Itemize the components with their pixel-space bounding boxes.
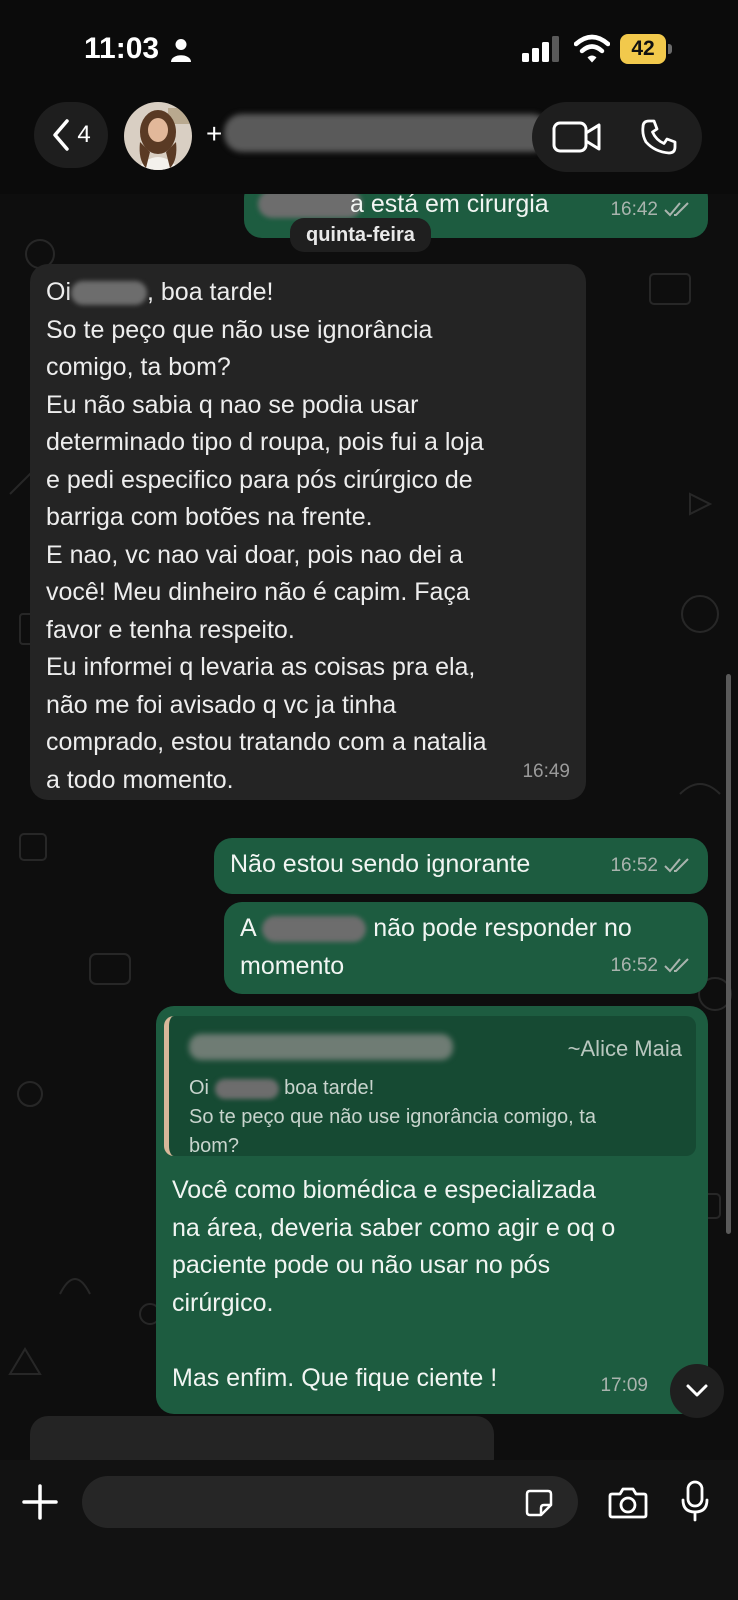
message-start: A [240, 914, 256, 942]
contact-avatar[interactable] [124, 102, 192, 170]
status-bar: 11:03 42 [0, 0, 738, 100]
message-meta: 17:09 [600, 1367, 648, 1405]
chevron-left-icon [53, 119, 70, 151]
message-line: a todo momento. [46, 765, 234, 794]
quote-text: Oi boa tarde! So te peço que não use ign… [189, 1074, 689, 1161]
battery-tip [668, 44, 672, 54]
battery-level: 42 [620, 34, 666, 64]
message-line: determinado tipo d roupa, pois fui a loj… [46, 428, 484, 456]
cellular-signal-icon [522, 36, 559, 62]
greeting-end: , boa tarde! [147, 278, 274, 306]
camera-icon[interactable] [608, 1484, 648, 1520]
contact-name-prefix[interactable]: + [206, 118, 222, 150]
message-end: não pode responder no [373, 914, 632, 942]
message-input[interactable] [82, 1476, 578, 1528]
message-line: paciente pode ou não usar no pós [172, 1251, 551, 1279]
message-body: A não pode responder no momento [240, 910, 632, 985]
message-line: momento [240, 951, 345, 980]
message-time: 17:09 [600, 1374, 648, 1396]
outgoing-reply-message[interactable]: ~Alice Maia Oi boa tarde! So te peço que… [156, 1006, 708, 1414]
message-body: Oi , boa tarde! So te peço que não use ig… [46, 274, 576, 799]
quote-line: Oi boa tarde! [189, 1074, 689, 1103]
quote-line: bom? [189, 1135, 240, 1157]
message-time: 16:42 [610, 198, 658, 220]
chat-header: 4 + [0, 96, 738, 194]
redacted-contact-name [224, 114, 550, 152]
person-icon [171, 39, 191, 62]
video-camera-icon[interactable] [552, 118, 602, 156]
date-separator: quinta-feira [290, 218, 431, 252]
incoming-message[interactable]: Oi , boa tarde! So te peço que não use ig… [30, 264, 586, 800]
redacted-quote-number [189, 1034, 453, 1060]
quote-line: So te peço que não use ignorância comigo… [189, 1106, 596, 1128]
phone-icon[interactable] [640, 118, 678, 156]
back-button[interactable]: 4 [34, 102, 108, 168]
message-line: comprado, estou tratando com a natalia [46, 728, 487, 756]
message-meta: 16:49 [522, 753, 570, 791]
redacted-name [262, 916, 367, 943]
redacted-name [71, 281, 147, 306]
message-line: comigo, ta bom? [46, 353, 231, 381]
message-line: Eu não sabia q nao se podia usar [46, 390, 419, 419]
message-meta: 16:52 [610, 847, 692, 885]
plus-icon[interactable] [22, 1484, 58, 1520]
message-meta: 16:52 [610, 947, 692, 985]
quote-author: ~Alice Maia [567, 1036, 682, 1061]
message-list[interactable]: a está em cirurgia 16:42 quinta-feira Oi… [0, 194, 738, 1460]
status-time: 11:03 [84, 32, 160, 65]
greeting-start: Oi [46, 278, 71, 306]
message-line: So te peço que não use ignorância [46, 315, 433, 344]
message-line: Você como biomédica e especializada [172, 1176, 596, 1204]
message-line: e pedi especifico para pós cirúrgico de [46, 465, 473, 494]
wifi-icon [574, 34, 610, 63]
call-controls [532, 102, 702, 172]
double-check-icon [664, 202, 689, 217]
message-time: 16:49 [522, 760, 570, 782]
sticker-icon[interactable] [524, 1488, 554, 1518]
message-line: E nao, vc nao vai doar, pois nao dei a [46, 540, 463, 569]
quote-end: boa tarde! [284, 1077, 375, 1099]
avatar-image [124, 102, 192, 170]
outgoing-message[interactable]: Não estou sendo ignorante 16:52 [214, 838, 708, 894]
message-time: 16:52 [610, 954, 658, 976]
message-line: cirúrgico. [172, 1288, 274, 1317]
battery-indicator: 42 [620, 34, 672, 64]
composer-bar [0, 1460, 738, 1600]
message-line: não me foi avisado q vc ja tinha [46, 690, 397, 719]
quote-start: Oi [189, 1077, 209, 1099]
outgoing-message[interactable]: A não pode responder no momento 16:52 [224, 902, 708, 994]
message-line: você! Meu dinheiro não é capim. Faça [46, 578, 470, 606]
message-body: Você como biomédica e especializada na á… [172, 1172, 692, 1397]
message-line: favor e tenha respeito. [46, 615, 295, 644]
microphone-icon[interactable] [680, 1480, 710, 1522]
redacted-name [258, 194, 362, 218]
message-line: na área, deveria saber como agir e oq o [172, 1213, 616, 1242]
message-time: 16:52 [610, 854, 658, 876]
scrollbar[interactable] [726, 674, 731, 1234]
message-line: Eu informei q levaria as coisas pra ela, [46, 653, 476, 681]
message-text: Não estou sendo ignorante [230, 850, 531, 878]
double-check-icon [664, 858, 689, 873]
unread-count: 4 [77, 121, 91, 148]
message-line: barriga com botões na frente. [46, 503, 373, 531]
scroll-to-bottom-button[interactable] [670, 1364, 724, 1418]
message-meta: 16:42 [610, 194, 692, 228]
greeting-line: Oi , boa tarde! [46, 274, 576, 312]
double-check-icon [664, 958, 689, 973]
redacted-name [214, 1078, 279, 1099]
chevron-down-icon [686, 1384, 708, 1397]
quoted-message[interactable]: ~Alice Maia Oi boa tarde! So te peço que… [164, 1016, 696, 1157]
incoming-message-partial[interactable] [30, 1416, 494, 1460]
